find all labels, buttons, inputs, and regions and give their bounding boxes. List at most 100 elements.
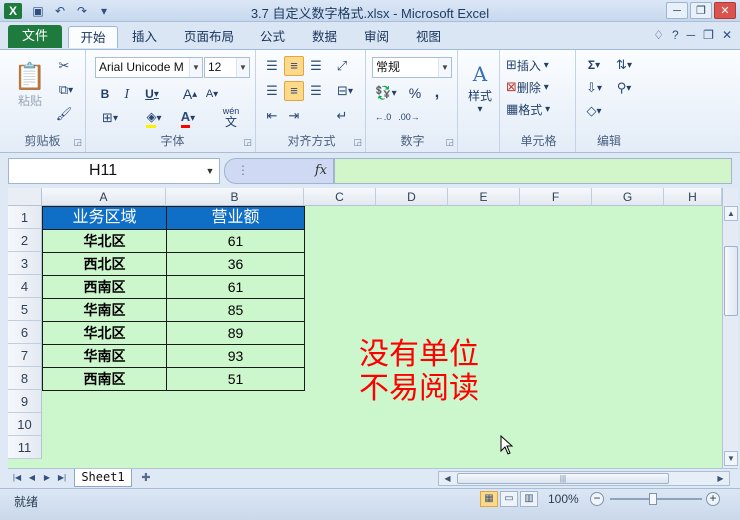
row-header-3[interactable]: 3	[8, 252, 42, 275]
grow-font-button[interactable]: A ▴	[180, 84, 200, 104]
dialog-launcher-icon[interactable]: ◲	[445, 137, 454, 148]
region-cell[interactable]: 华南区	[42, 345, 167, 368]
row-header-8[interactable]: 8	[8, 367, 42, 390]
region-cell[interactable]: 华南区	[42, 299, 167, 322]
revenue-cell[interactable]: 36	[166, 253, 305, 276]
shrink-font-button[interactable]: A ▾	[202, 84, 222, 104]
normal-view-icon[interactable]: ▦	[480, 491, 498, 507]
vertical-scrollbar[interactable]: ▲ ▼	[722, 188, 738, 468]
row-header-10[interactable]: 10	[8, 413, 42, 436]
region-cell[interactable]: 西南区	[42, 368, 167, 391]
align-middle-button[interactable]: ≡	[284, 56, 304, 76]
scrollbar-thumb[interactable]: |||	[457, 473, 669, 484]
borders-button[interactable]: ⊞ ▾	[96, 108, 124, 128]
row-header-7[interactable]: 7	[8, 344, 42, 367]
format-cells-button[interactable]: ▦ 格式 ▾	[506, 99, 572, 119]
comma-button[interactable]: ,	[428, 83, 446, 103]
sheet-tab-sheet1[interactable]: Sheet1	[74, 469, 132, 487]
merge-center-button[interactable]: ⊟ ▾	[332, 81, 358, 101]
prev-sheet-icon[interactable]: ◀	[25, 471, 39, 485]
column-header-b[interactable]: B	[166, 188, 304, 206]
tab-page-layout[interactable]: 页面布局	[178, 26, 240, 48]
tab-file[interactable]: 文件	[8, 25, 62, 48]
column-header-h[interactable]: H	[664, 188, 722, 206]
tab-data[interactable]: 数据	[306, 26, 343, 48]
sort-filter-button[interactable]: ⇅ ▾	[610, 55, 638, 75]
column-header-c[interactable]: C	[304, 188, 376, 206]
font-name-combo[interactable]: Arial Unicode M ▼	[95, 57, 203, 78]
page-layout-view-icon[interactable]: ▭	[500, 491, 518, 507]
worksheet-grid[interactable]: ABCDEFGH 1 2 3 4 5 6 7 8 9 10 11 业务区域 营业额 华北区 61 西北区 36…	[8, 188, 722, 468]
find-select-button[interactable]: ⚲ ▾	[610, 78, 638, 98]
tab-view[interactable]: 视图	[410, 26, 447, 48]
table-header-cell[interactable]: 业务区域	[42, 206, 167, 230]
zoom-slider-thumb[interactable]	[649, 493, 657, 505]
cut-button[interactable]: ✂	[54, 56, 74, 76]
region-cell[interactable]: 华北区	[42, 322, 167, 345]
tab-review[interactable]: 审阅	[358, 26, 395, 48]
align-center-button[interactable]: ≡	[284, 81, 304, 101]
delete-cells-button[interactable]: ⊠ 删除 ▾	[506, 77, 572, 97]
formula-input[interactable]	[334, 158, 732, 184]
help-icon[interactable]: ?	[672, 28, 679, 42]
align-bottom-button[interactable]: ☰	[306, 56, 326, 76]
first-sheet-icon[interactable]: |◀	[10, 471, 24, 485]
column-header-a[interactable]: A	[42, 188, 166, 206]
dialog-launcher-icon[interactable]: ◲	[73, 137, 82, 148]
underline-button[interactable]: U ▾	[140, 84, 164, 104]
select-all-corner[interactable]	[8, 188, 42, 206]
chevron-down-icon[interactable]: ▼	[189, 58, 202, 77]
dialog-launcher-icon[interactable]: ◲	[353, 137, 362, 148]
decrease-indent-button[interactable]: ⇤	[262, 106, 282, 126]
doc-restore-icon[interactable]: ❐	[703, 28, 714, 42]
scrollbar-thumb[interactable]	[724, 246, 738, 316]
doc-close-icon[interactable]: ✕	[722, 28, 732, 42]
tab-formulas[interactable]: 公式	[254, 26, 291, 48]
column-header-e[interactable]: E	[448, 188, 520, 206]
dialog-launcher-icon[interactable]: ◲	[243, 137, 252, 148]
autosum-button[interactable]: Σ ▾	[580, 55, 608, 75]
chevron-down-icon[interactable]: ▼	[438, 58, 451, 77]
zoom-level[interactable]: 100%	[548, 492, 579, 506]
insert-sheet-icon[interactable]: ✚	[136, 471, 156, 485]
scroll-down-icon[interactable]: ▼	[724, 451, 738, 466]
column-header-f[interactable]: F	[520, 188, 592, 206]
align-top-button[interactable]: ☰	[262, 56, 282, 76]
page-break-view-icon[interactable]: ▥	[520, 491, 538, 507]
clear-button[interactable]: ◇ ▾	[580, 101, 608, 121]
orientation-button[interactable]: ⤢	[332, 56, 352, 76]
revenue-cell[interactable]: 61	[166, 276, 305, 299]
insert-function-button[interactable]: fx	[315, 163, 327, 178]
column-header-d[interactable]: D	[376, 188, 448, 206]
scroll-left-icon[interactable]: ◀	[441, 472, 454, 485]
restore-icon[interactable]: ❐	[690, 2, 712, 19]
doc-minimize-icon[interactable]: ─	[687, 28, 696, 42]
insert-cells-button[interactable]: ⊞ 插入 ▾	[506, 55, 572, 75]
scroll-right-icon[interactable]: ▶	[714, 472, 727, 485]
row-header-9[interactable]: 9	[8, 390, 42, 413]
increase-decimal-button[interactable]: ←.0	[372, 107, 394, 127]
italic-button[interactable]: I	[118, 84, 136, 104]
fill-button[interactable]: ⇩ ▾	[580, 78, 608, 98]
name-box[interactable]: H11 ▼	[8, 158, 220, 184]
format-painter-button[interactable]: 🖌	[54, 104, 74, 124]
region-cell[interactable]: 华北区	[42, 230, 167, 253]
wrap-text-button[interactable]: ↵	[332, 106, 352, 126]
column-header-g[interactable]: G	[592, 188, 664, 206]
next-sheet-icon[interactable]: ▶	[40, 471, 54, 485]
tab-home[interactable]: 开始	[68, 26, 118, 48]
minimize-ribbon-icon[interactable]: ♢	[653, 28, 664, 42]
number-format-combo[interactable]: 常规 ▼	[372, 57, 452, 78]
scroll-up-icon[interactable]: ▲	[724, 206, 738, 221]
percent-button[interactable]: %	[406, 83, 424, 103]
font-size-combo[interactable]: 12 ▼	[204, 57, 250, 78]
copy-button[interactable]: ⧉ ▾	[54, 80, 78, 100]
currency-button[interactable]: 💱 ▾	[372, 83, 400, 103]
decrease-decimal-button[interactable]: .00→	[398, 107, 420, 127]
zoom-out-icon[interactable]: −	[590, 492, 604, 506]
revenue-cell[interactable]: 61	[166, 230, 305, 253]
align-right-button[interactable]: ☰	[306, 81, 326, 101]
tab-insert[interactable]: 插入	[126, 26, 163, 48]
row-header-4[interactable]: 4	[8, 275, 42, 298]
table-header-cell[interactable]: 营业额	[166, 206, 305, 230]
